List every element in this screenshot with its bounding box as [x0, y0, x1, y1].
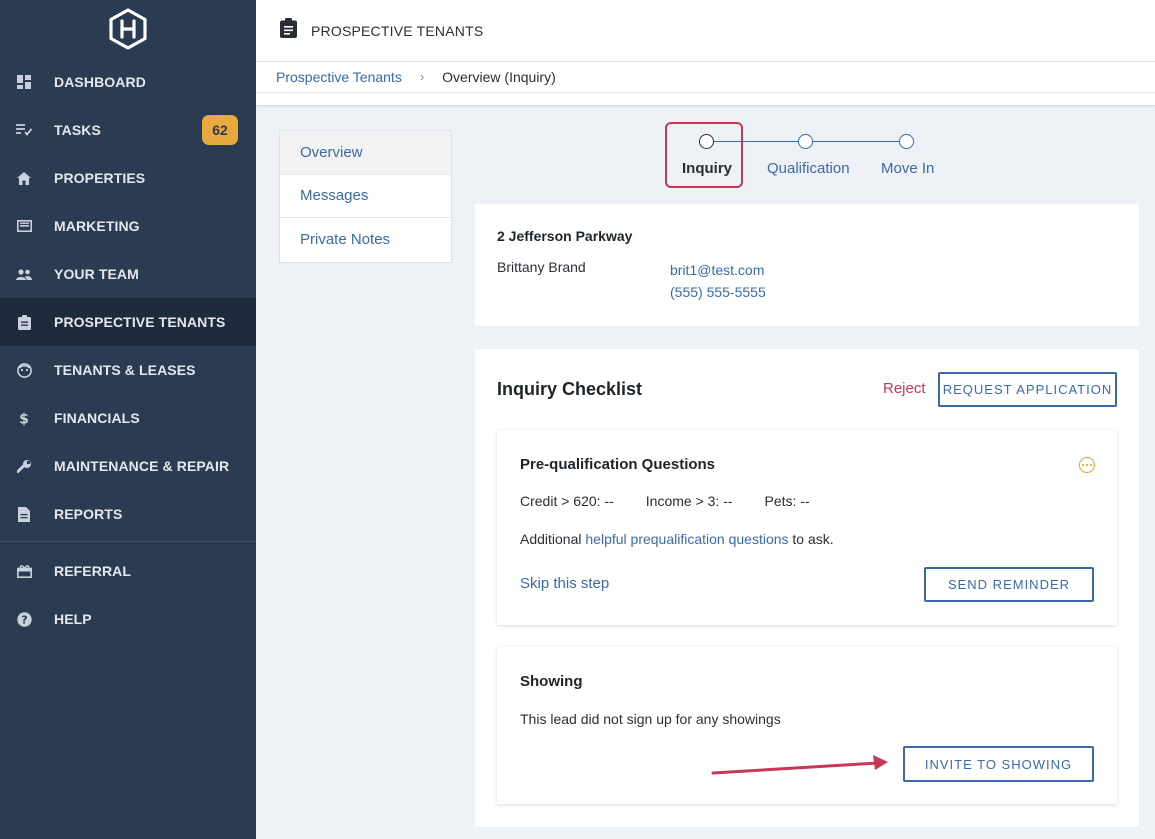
sidebar-item-marketing[interactable]: MARKETING [0, 202, 256, 250]
marketing-icon [16, 218, 32, 234]
tenant-face-icon [16, 362, 32, 378]
lead-contact-row: Brittany Brand brit1@test.com (555) 555-… [497, 259, 1117, 303]
sidebar-item-label: DASHBOARD [54, 74, 146, 90]
clipboard-icon [280, 18, 297, 43]
sidebar-item-label: REFERRAL [54, 563, 132, 579]
lead-email-link[interactable]: brit1@test.com [670, 259, 766, 281]
breadcrumb-current: Overview (Inquiry) [442, 69, 556, 85]
svg-text:?: ? [21, 613, 27, 626]
sidebar-item-your-team[interactable]: YOUR TEAM [0, 250, 256, 298]
sidebar-item-label: PROSPECTIVE TENANTS [54, 314, 226, 330]
dollar-icon: $ [16, 410, 32, 426]
showing-description: This lead did not sign up for any showin… [520, 711, 781, 727]
breadcrumb-link-prospective-tenants[interactable]: Prospective Tenants [276, 69, 402, 85]
svg-text:$: $ [19, 411, 29, 426]
request-application-button[interactable]: REQUEST APPLICATION [938, 372, 1117, 407]
page-title: PROSPECTIVE TENANTS [311, 22, 484, 39]
help-prefix: Additional [520, 531, 582, 547]
reject-link[interactable]: Reject [883, 380, 926, 397]
sidebar-item-label: PROPERTIES [54, 170, 146, 186]
sidebar: DASHBOARD TASKS 62 PROPERTIES MARKETING … [0, 0, 256, 839]
clipboard-icon [16, 314, 32, 330]
sidebar-item-reports[interactable]: REPORTS [0, 490, 256, 538]
lead-phone-link[interactable]: (555) 555-5555 [670, 281, 766, 303]
hexagon-logo-icon [109, 8, 147, 50]
breadcrumb: Prospective Tenants › Overview (Inquiry) [256, 62, 1155, 106]
breadcrumb-divider [256, 92, 1155, 93]
lead-contact: brit1@test.com (555) 555-5555 [670, 259, 766, 303]
sidebar-item-properties[interactable]: PROPERTIES [0, 154, 256, 202]
step-label-move-in[interactable]: Move In [881, 160, 934, 177]
gift-icon [16, 563, 32, 579]
prequalification-title: Pre-qualification Questions [520, 456, 716, 473]
credit-criterion: Credit > 620: -- [520, 493, 614, 509]
sidebar-item-dashboard[interactable]: DASHBOARD [0, 58, 256, 106]
tasks-count-badge: 62 [202, 115, 238, 145]
breadcrumb-separator: › [419, 69, 425, 84]
pets-criterion: Pets: -- [764, 493, 810, 509]
lead-name: Brittany Brand [497, 259, 586, 275]
sidebar-item-label: YOUR TEAM [54, 266, 139, 282]
stepper-connector [813, 141, 899, 142]
sidebar-item-label: FINANCIALS [54, 410, 140, 426]
sidebar-item-referral[interactable]: REFERRAL [0, 547, 256, 595]
more-options-icon[interactable] [1079, 457, 1095, 473]
sidebar-item-label: TENANTS & LEASES [54, 362, 196, 378]
tasks-icon [16, 122, 32, 138]
send-reminder-button[interactable]: SEND REMINDER [924, 567, 1094, 602]
current-step-highlight [665, 122, 743, 188]
help-suffix: to ask. [792, 531, 834, 547]
sidebar-item-maintenance[interactable]: MAINTENANCE & REPAIR [0, 442, 256, 490]
home-icon [16, 170, 32, 186]
skip-step-link[interactable]: Skip this step [520, 575, 609, 592]
sidebar-item-label: REPORTS [54, 506, 123, 522]
annotation-arrow-icon [711, 755, 888, 775]
subnav-item-messages[interactable]: Messages [280, 175, 451, 218]
prequalification-help-text: Additional helpful prequalification ques… [520, 531, 834, 547]
sidebar-item-tenants-leases[interactable]: TENANTS & LEASES [0, 346, 256, 394]
sidebar-divider [0, 541, 256, 542]
helpful-questions-link[interactable]: helpful prequalification questions [585, 531, 788, 547]
income-criterion: Income > 3: -- [645, 493, 733, 509]
team-icon [16, 266, 32, 282]
sidebar-item-help[interactable]: ? HELP [0, 595, 256, 643]
checklist-title: Inquiry Checklist [497, 379, 643, 399]
subnav-item-private-notes[interactable]: Private Notes [280, 218, 451, 262]
status-stepper: Inquiry Qualification Move In [665, 122, 955, 188]
lead-info-card: 2 Jefferson Parkway Brittany Brand brit1… [475, 204, 1139, 326]
step-dot-qualification[interactable] [798, 134, 813, 149]
sidebar-item-label: MAINTENANCE & REPAIR [54, 458, 230, 474]
wrench-icon [16, 458, 32, 474]
showing-title: Showing [520, 673, 583, 690]
lead-subnav: Overview Messages Private Notes [279, 130, 452, 263]
property-address: 2 Jefferson Parkway [497, 228, 633, 244]
sidebar-item-prospective-tenants[interactable]: PROSPECTIVE TENANTS [0, 298, 256, 346]
document-icon [16, 506, 32, 522]
sidebar-item-label: HELP [54, 611, 92, 627]
sidebar-item-label: TASKS [54, 122, 101, 138]
step-label-qualification[interactable]: Qualification [767, 160, 850, 177]
page-header: PROSPECTIVE TENANTS [256, 0, 1155, 62]
sidebar-item-tasks[interactable]: TASKS 62 [0, 106, 256, 154]
sidebar-item-financials[interactable]: $ FINANCIALS [0, 394, 256, 442]
prequalification-card: Pre-qualification Questions Credit > 620… [497, 430, 1117, 625]
app-logo[interactable] [0, 0, 256, 58]
help-icon: ? [16, 611, 32, 627]
dashboard-icon [16, 74, 32, 90]
sidebar-item-label: MARKETING [54, 218, 140, 234]
subnav-item-overview[interactable]: Overview [280, 131, 451, 175]
prequalification-criteria: Credit > 620: -- Income > 3: -- Pets: -- [520, 493, 842, 509]
step-dot-move-in[interactable] [899, 134, 914, 149]
invite-to-showing-button[interactable]: INVITE TO SHOWING [903, 746, 1094, 782]
